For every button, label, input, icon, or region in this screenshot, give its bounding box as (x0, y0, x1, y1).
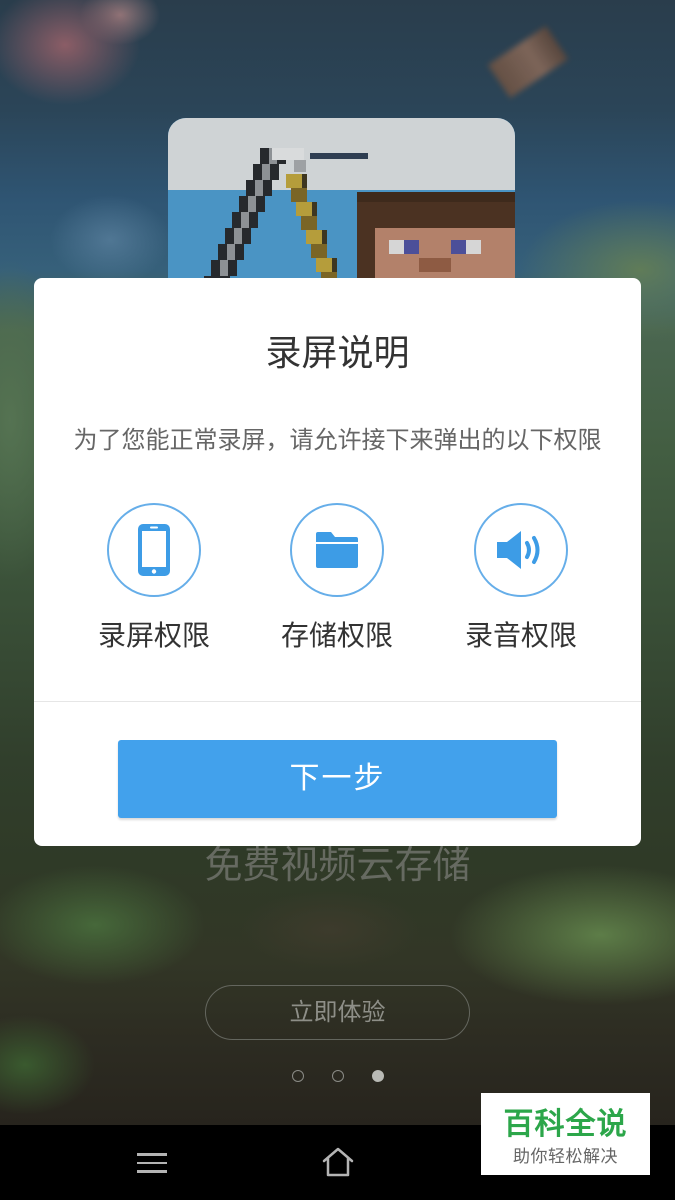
character-head-illustration (357, 192, 515, 288)
menu-icon[interactable] (137, 1153, 167, 1173)
menu-icon-line (137, 1153, 167, 1156)
watermark-title: 百科全说 (503, 1107, 628, 1142)
next-step-button[interactable]: 下一步 (118, 740, 557, 818)
dialog-divider (34, 701, 641, 702)
watermark-subtitle: 助你轻松解决 (513, 1147, 618, 1167)
screen-record-permission-dialog: 录屏说明 为了您能正常录屏，请允许接下来弹出的以下权限 录屏权限 存储权限 录音… (34, 278, 641, 846)
permission-icon-ring (474, 503, 568, 597)
permission-item-screen-record: 录屏权限 (64, 503, 244, 663)
tagline: 免费视频云存储 (204, 843, 471, 887)
permission-item-storage: 存储权限 (247, 503, 427, 663)
preview-bar (310, 153, 368, 159)
phone-icon (138, 524, 170, 576)
menu-icon-line (137, 1161, 167, 1164)
menu-icon-line (137, 1170, 167, 1173)
permission-icon-ring (107, 503, 201, 597)
permission-label: 存储权限 (280, 619, 393, 652)
folder-icon (316, 532, 358, 568)
home-icon[interactable] (321, 1146, 355, 1178)
speaker-icon (497, 531, 540, 569)
pager-dots (0, 1070, 675, 1082)
app-preview-card (168, 118, 515, 288)
app-preview-illustration (168, 118, 515, 288)
permission-label: 录屏权限 (97, 619, 210, 652)
dialog-title: 录屏说明 (265, 333, 410, 374)
permission-item-audio: 录音权限 (431, 503, 611, 663)
try-now-button[interactable]: 立即体验 (205, 985, 470, 1040)
pager-dot (331, 1070, 344, 1082)
permission-icon-ring (290, 503, 384, 597)
permission-label: 录音权限 (464, 619, 577, 652)
dialog-description: 为了您能正常录屏，请允许接下来弹出的以下权限 (73, 426, 602, 454)
watermark: 百科全说 助你轻松解决 (481, 1093, 650, 1175)
pager-dot (291, 1070, 304, 1082)
pager-dot-active (371, 1070, 384, 1082)
